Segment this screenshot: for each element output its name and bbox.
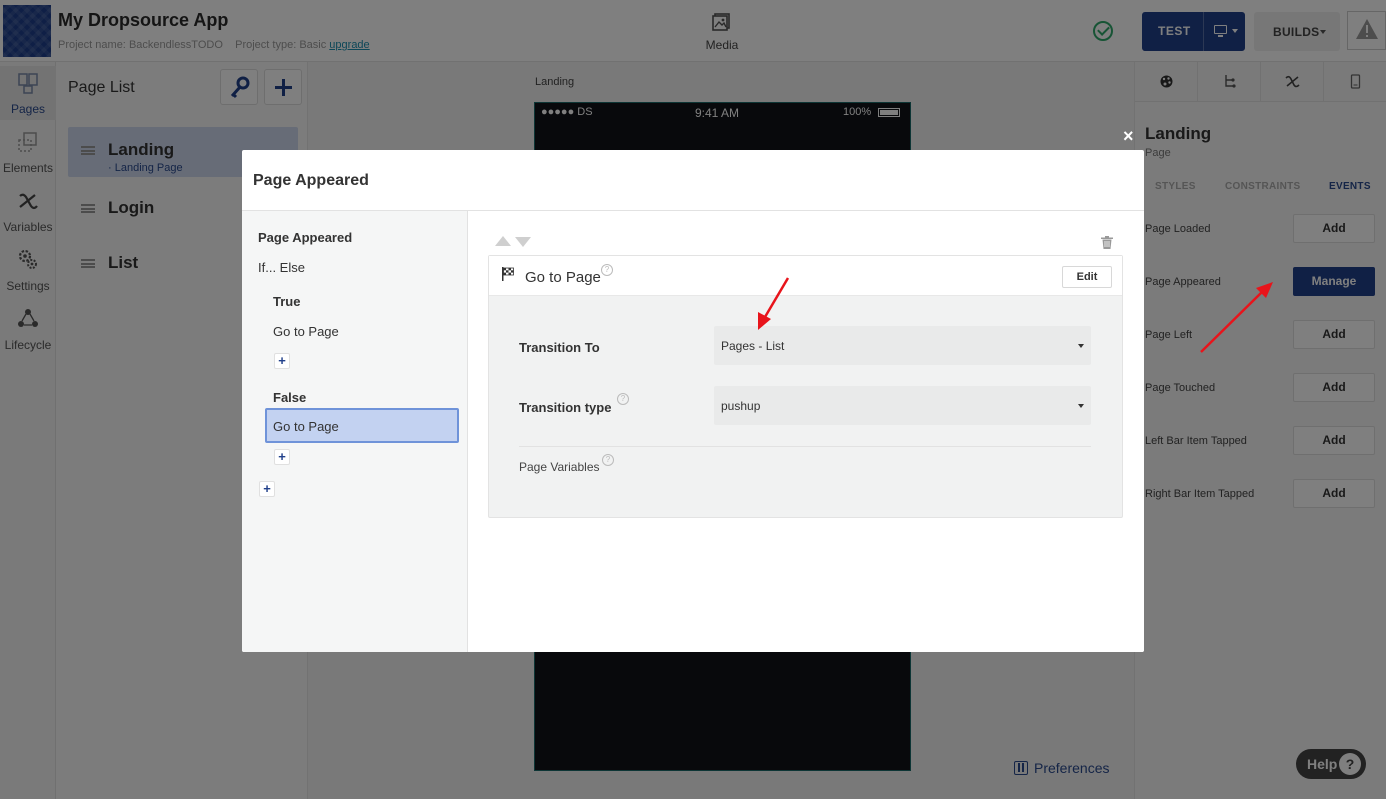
modal-title: Page Appeared [253,172,369,189]
action-tree: Page Appeared If... Else True Go to Page… [242,211,468,652]
chevron-down-icon [1078,404,1084,408]
transition-to-select[interactable]: Pages - List [714,326,1091,365]
transition-type-select[interactable]: pushup [714,386,1091,425]
event-modal: Page Appeared Page Appeared If... Else T… [242,150,1144,652]
help-icon[interactable]: ? [601,264,613,276]
transition-type-value: pushup [721,399,761,413]
transition-type-label: Transition type [519,400,612,415]
transition-to-label: Transition To [519,340,600,355]
tree-condition[interactable]: If... Else [258,260,305,275]
checkered-flag-icon [502,267,514,281]
add-action-button[interactable]: + [274,449,290,465]
tree-root[interactable]: Page Appeared [258,230,352,245]
trash-icon[interactable] [1101,236,1113,249]
tree-false-action[interactable]: Go to Page [265,408,459,443]
transition-to-value: Pages - List [721,339,785,353]
chevron-down-icon [1078,344,1084,348]
action-editor: Go to Page ? Edit Transition To Pages - … [468,211,1144,652]
action-card-header: Go to Page ? Edit [489,256,1122,296]
help-icon[interactable]: ? [617,393,629,405]
tree-true-action[interactable]: Go to Page [273,324,339,339]
action-title: Go to Page [525,269,601,286]
add-action-button[interactable]: + [259,481,275,497]
action-card: Go to Page ? Edit Transition To Pages - … [488,255,1123,518]
add-action-button[interactable]: + [274,353,290,369]
divider [519,446,1091,447]
edit-button[interactable]: Edit [1062,266,1112,288]
tree-true-branch: True [273,294,301,309]
help-icon[interactable]: ? [602,454,614,466]
move-up-icon[interactable] [495,236,511,246]
close-icon[interactable]: × [1123,126,1134,147]
page-variables-label: Page Variables [519,460,600,474]
modal-header: Page Appeared [242,150,1144,211]
tree-false-branch: False [273,390,307,405]
move-down-icon[interactable] [515,237,531,247]
